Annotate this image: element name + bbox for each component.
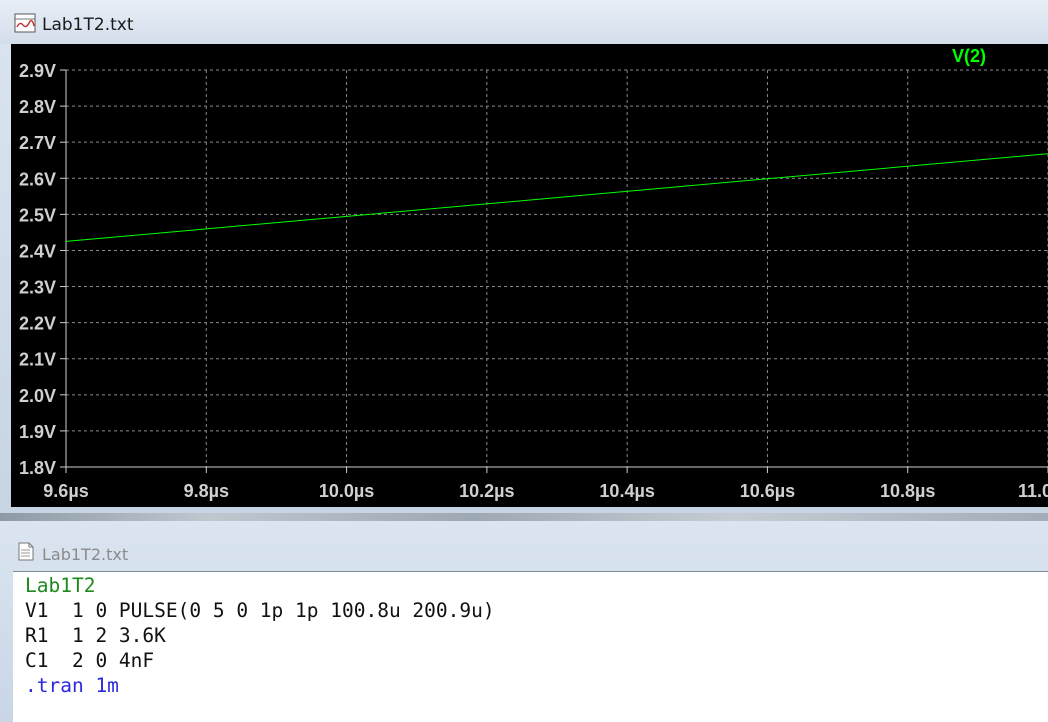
plot-window: Lab1T2.txt 2.9V 2.8V 2.7V 2.6V 2.5V 2.4V 2.3V 2…: [0, 0, 1048, 513]
y-tick-label: 2.9V: [19, 61, 56, 81]
netlist-line-tran[interactable]: .tran 1m: [25, 674, 119, 697]
netlist-line-r1[interactable]: R1 1 2 3.6K: [25, 624, 166, 647]
x-tick-label: 10.0µs: [319, 481, 374, 501]
y-tick-label: 2.5V: [19, 205, 56, 225]
y-tick-label: 2.4V: [19, 241, 56, 261]
x-tick-label: 9.8µs: [184, 481, 229, 501]
x-tick-label: 10.4µs: [599, 481, 654, 501]
y-tick-label: 2.1V: [19, 350, 56, 370]
series-line-v2[interactable]: [65, 153, 1048, 242]
x-tick-label: 11.0µs: [1018, 481, 1048, 501]
netlist-window: Lab1T2.txt Lab1T2 V1 1 0 PULSE(0 5 0 1p …: [0, 521, 1048, 722]
x-tick-label: 10.6µs: [740, 481, 795, 501]
y-tick-label: 2.0V: [19, 386, 56, 406]
netlist-line-title[interactable]: Lab1T2: [25, 574, 95, 597]
x-tick-label: 9.6µs: [43, 481, 88, 501]
netlist-window-title: Lab1T2.txt: [42, 545, 129, 564]
window-divider: [0, 513, 1048, 521]
waveform-icon: [14, 13, 36, 33]
y-tick-label: 2.2V: [19, 314, 56, 334]
y-tick-label: 2.8V: [19, 97, 56, 117]
x-tick-label: 10.2µs: [459, 481, 514, 501]
y-tick-label: 1.8V: [19, 458, 56, 478]
netlist-window-titlebar[interactable]: Lab1T2.txt: [0, 521, 1048, 571]
y-tick-label: 2.3V: [19, 278, 56, 298]
waveform-chart[interactable]: 2.9V 2.8V 2.7V 2.6V 2.5V 2.4V 2.3V 2.2V 2.1V 2.0V…: [11, 44, 1048, 507]
legend-label-v2[interactable]: V(2): [952, 46, 986, 66]
y-tick-label: 2.6V: [19, 169, 56, 189]
plot-window-titlebar[interactable]: Lab1T2.txt: [0, 0, 1048, 44]
waveform-plot[interactable]: 2.9V 2.8V 2.7V 2.6V 2.5V 2.4V 2.3V 2.2V 2.1V 2.0V…: [11, 44, 1048, 507]
x-tick-label: 10.8µs: [880, 481, 935, 501]
y-tick-label: 1.9V: [19, 422, 56, 442]
plot-window-title: Lab1T2.txt: [42, 15, 134, 35]
document-icon: [18, 542, 34, 561]
netlist-line-c1[interactable]: C1 2 0 4nF: [25, 649, 154, 672]
y-tick-label: 2.7V: [19, 133, 56, 153]
netlist-line-v1[interactable]: V1 1 0 PULSE(0 5 0 1p 1p 100.8u 200.9u): [25, 599, 495, 622]
netlist-editor[interactable]: Lab1T2 V1 1 0 PULSE(0 5 0 1p 1p 100.8u 2…: [13, 571, 1048, 722]
